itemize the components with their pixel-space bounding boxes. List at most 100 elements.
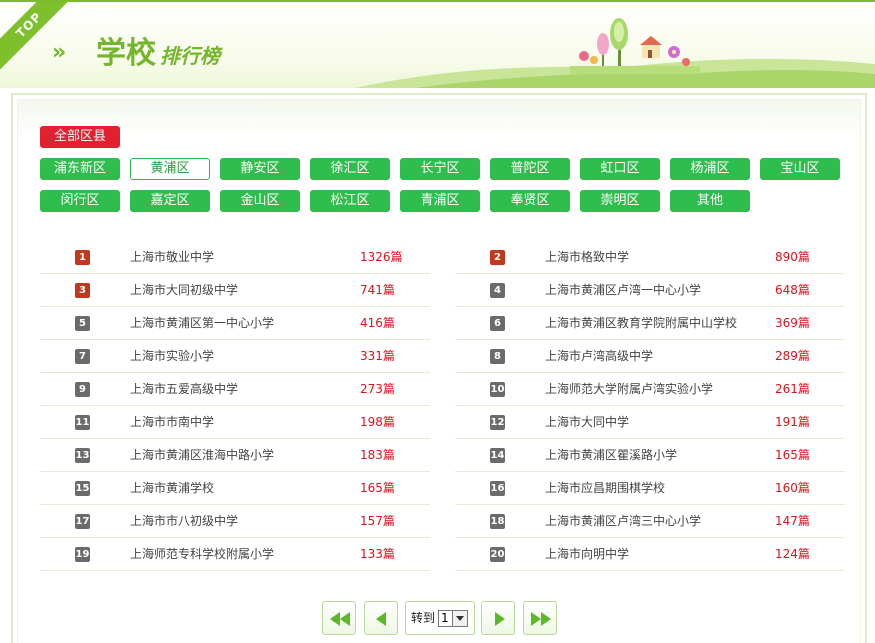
article-count: 147篇 — [775, 514, 810, 528]
school-name-link[interactable]: 上海市黄浦区卢湾三中心小学 — [545, 505, 701, 538]
article-count: 124篇 — [775, 547, 810, 561]
school-name-link[interactable]: 上海市格致中学 — [545, 241, 629, 274]
school-name-link[interactable]: 上海市黄浦区教育学院附属中山学校 — [545, 307, 737, 340]
table-row: 11 上海市市南中学 198篇 — [40, 406, 430, 439]
filter-district[interactable]: 长宁区 — [400, 158, 480, 180]
table-row: 17 上海市市八初级中学 157篇 — [40, 505, 430, 538]
last-page-button[interactable] — [523, 601, 557, 635]
article-count: 416篇 — [360, 316, 395, 330]
title-sub: 排行榜 — [160, 44, 220, 68]
filter-district[interactable]: 嘉定区 — [130, 190, 210, 212]
next-page-button[interactable] — [481, 601, 515, 635]
top-ribbon: TOP — [0, 2, 76, 72]
table-row: 20 上海市向明中学 124篇 — [455, 538, 845, 571]
article-count: 261篇 — [775, 382, 810, 396]
school-name-link[interactable]: 上海师范专科学校附属小学 — [130, 538, 274, 571]
rank-badge: 15 — [75, 481, 90, 496]
filter-district[interactable]: 杨浦区 — [670, 158, 750, 180]
article-count: 198篇 — [360, 415, 395, 429]
title-main: 学校 — [96, 36, 156, 71]
filter-district[interactable]: 青浦区 — [400, 190, 480, 212]
rank-badge: 4 — [490, 283, 505, 298]
table-row: 18 上海市黄浦区卢湾三中心小学 147篇 — [455, 505, 845, 538]
school-name-link[interactable]: 上海市大同中学 — [545, 406, 629, 439]
school-name-link[interactable]: 上海市黄浦区卢湾一中心小学 — [545, 274, 701, 307]
school-name-link[interactable]: 上海市黄浦学校 — [130, 472, 214, 505]
school-name-link[interactable]: 上海市黄浦区瞿溪路小学 — [545, 439, 677, 472]
rank-badge: 16 — [490, 481, 505, 496]
article-count: 369篇 — [775, 316, 810, 330]
first-page-icon — [330, 612, 350, 626]
filter-district[interactable]: 金山区 — [220, 190, 300, 212]
table-row: 6 上海市黄浦区教育学院附属中山学校 369篇 — [455, 307, 845, 340]
article-count: 165篇 — [360, 481, 395, 495]
filter-district[interactable]: 崇明区 — [580, 190, 660, 212]
filter-district[interactable]: 普陀区 — [490, 158, 570, 180]
table-row: 10 上海师范大学附属卢湾实验小学 261篇 — [455, 373, 845, 406]
filter-district[interactable]: 徐汇区 — [310, 158, 390, 180]
next-page-icon — [495, 612, 505, 626]
article-count: 648篇 — [775, 283, 810, 297]
article-count: 160篇 — [775, 481, 810, 495]
page-title: 学校 排行榜 — [96, 34, 220, 78]
first-page-button[interactable] — [322, 601, 356, 635]
rank-badge: 18 — [490, 514, 505, 529]
school-name-link[interactable]: 上海市大同初级中学 — [130, 274, 238, 307]
article-count: 741篇 — [360, 283, 395, 297]
table-row: 19 上海师范专科学校附属小学 133篇 — [40, 538, 430, 571]
article-count: 890篇 — [775, 250, 810, 264]
school-name-link[interactable]: 上海市敬业中学 — [130, 241, 214, 274]
table-row: 12 上海市大同中学 191篇 — [455, 406, 845, 439]
page-select[interactable]: 1 — [438, 610, 468, 627]
table-row: 4 上海市黄浦区卢湾一中心小学 648篇 — [455, 274, 845, 307]
rank-badge: 19 — [75, 547, 90, 562]
filter-district[interactable]: 虹口区 — [580, 158, 660, 180]
rank-badge: 3 — [75, 283, 90, 298]
trees-flowers-icon — [570, 18, 700, 74]
table-row: 1 上海市敬业中学 1326篇 — [40, 241, 430, 274]
school-name-link[interactable]: 上海市黄浦区淮海中路小学 — [130, 439, 274, 472]
table-row: 15 上海市黄浦学校 165篇 — [40, 472, 430, 505]
filter-district[interactable]: 宝山区 — [760, 158, 840, 180]
school-name-link[interactable]: 上海师范大学附属卢湾实验小学 — [545, 373, 713, 406]
school-name-link[interactable]: 上海市应昌期围棋学校 — [545, 472, 665, 505]
prev-page-icon — [376, 612, 386, 626]
prev-page-button[interactable] — [364, 601, 398, 635]
table-row: 5 上海市黄浦区第一中心小学 416篇 — [40, 307, 430, 340]
filter-district[interactable]: 其他 — [670, 190, 750, 212]
filter-district[interactable]: 松江区 — [310, 190, 390, 212]
article-count: 273篇 — [360, 382, 395, 396]
article-count: 165篇 — [775, 448, 810, 462]
table-row: 13 上海市黄浦区淮海中路小学 183篇 — [40, 439, 430, 472]
school-name-link[interactable]: 上海市市八初级中学 — [130, 505, 238, 538]
filter-district[interactable]: 闵行区 — [40, 190, 120, 212]
chevron-down-icon — [452, 611, 467, 626]
school-name-link[interactable]: 上海市卢湾高级中学 — [545, 340, 653, 373]
rank-badge: 1 — [75, 250, 90, 265]
filter-all-districts[interactable]: 全部区县 — [40, 126, 120, 148]
article-count: 1326篇 — [360, 250, 403, 264]
double-chevron-icon: » — [52, 40, 66, 65]
filter-district[interactable]: 静安区 — [220, 158, 300, 180]
school-name-link[interactable]: 上海市五爱高级中学 — [130, 373, 238, 406]
article-count: 331篇 — [360, 349, 395, 363]
article-count: 157篇 — [360, 514, 395, 528]
table-row: 9 上海市五爱高级中学 273篇 — [40, 373, 430, 406]
table-row: 16 上海市应昌期围棋学校 160篇 — [455, 472, 845, 505]
school-name-link[interactable]: 上海市市南中学 — [130, 406, 214, 439]
rank-badge: 5 — [75, 316, 90, 331]
article-count: 289篇 — [775, 349, 810, 363]
school-name-link[interactable]: 上海市实验小学 — [130, 340, 214, 373]
table-row: 3 上海市大同初级中学 741篇 — [40, 274, 430, 307]
filter-district[interactable]: 浦东新区 — [40, 158, 120, 180]
filter-district-selected[interactable]: 黄浦区 — [130, 158, 210, 180]
school-name-link[interactable]: 上海市向明中学 — [545, 538, 629, 571]
article-count: 183篇 — [360, 448, 395, 462]
rank-badge: 20 — [490, 547, 505, 562]
page-header: TOP » 学校 排行榜 — [0, 0, 875, 88]
school-name-link[interactable]: 上海市黄浦区第一中心小学 — [130, 307, 274, 340]
table-row: 7 上海市实验小学 331篇 — [40, 340, 430, 373]
table-row: 2 上海市格致中学 890篇 — [455, 241, 845, 274]
filter-district[interactable]: 奉贤区 — [490, 190, 570, 212]
rank-badge: 10 — [490, 382, 505, 397]
